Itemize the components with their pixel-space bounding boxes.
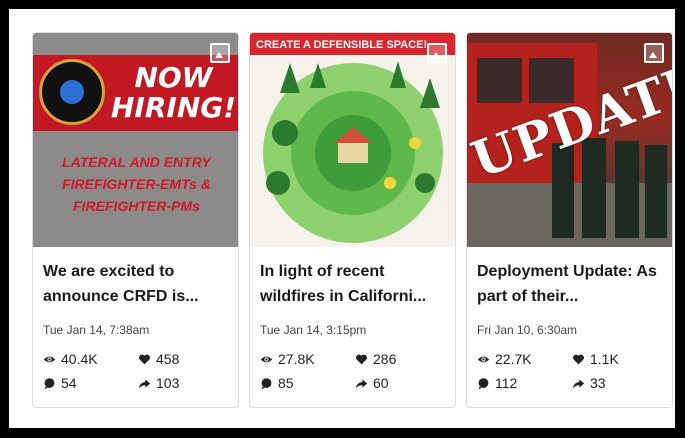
likes-count: 286 — [373, 351, 397, 367]
heart-icon — [139, 354, 150, 364]
post-date: Tue Jan 14, 3:15pm — [260, 323, 367, 337]
post-title[interactable]: In light of recent wildfires in Californ… — [260, 259, 445, 309]
post-thumbnail[interactable]: CREATE A DEFENSIBLE SPACE! — [250, 33, 455, 247]
fire-department-badge-logo — [39, 59, 105, 125]
share-arrow-icon — [355, 378, 368, 388]
eye-icon — [260, 356, 273, 362]
shares-stat: 60 — [355, 375, 445, 391]
likes-stat: 458 — [138, 351, 228, 367]
post-thumbnail[interactable]: UPDATE — [467, 33, 672, 247]
views-count: 27.8K — [278, 351, 315, 367]
likes-stat: 1.1K — [572, 351, 662, 367]
comment-icon — [478, 377, 489, 389]
gallery-icon — [427, 43, 447, 63]
views-count: 40.4K — [61, 351, 98, 367]
eye-icon — [477, 356, 490, 362]
defensible-space-headline: CREATE A DEFENSIBLE SPACE! — [256, 39, 427, 51]
hiring-subtext: LATERAL AND ENTRY FIREFIGHTER-EMTs & FIR… — [62, 154, 211, 214]
comment-icon — [44, 377, 55, 389]
shares-stat: 33 — [572, 375, 662, 391]
heart-icon — [356, 354, 367, 364]
comments-stat: 54 — [43, 375, 138, 391]
post-card-hiring[interactable]: NOW HIRING! LATERAL AND ENTRY FIREFIGHTE… — [32, 32, 239, 408]
post-date: Fri Jan 10, 6:30am — [477, 323, 578, 337]
share-arrow-icon — [572, 378, 585, 388]
eye-icon — [43, 356, 56, 362]
post-card-deployment[interactable]: UPDATE Deployment Update: As part of the… — [466, 32, 673, 408]
post-stats: 27.8K 286 85 60 — [260, 351, 445, 391]
comments-stat: 85 — [260, 375, 355, 391]
comments-count: 85 — [278, 375, 294, 391]
defensible-space-illustration: CREATE A DEFENSIBLE SPACE! — [250, 33, 455, 247]
post-title[interactable]: Deployment Update: As part of their... — [477, 259, 662, 309]
likes-stat: 286 — [355, 351, 445, 367]
likes-count: 1.1K — [590, 351, 619, 367]
shares-stat: 103 — [138, 375, 228, 391]
gallery-icon — [210, 43, 230, 63]
views-stat: 27.8K — [260, 351, 355, 367]
post-stats: 22.7K 1.1K 112 33 — [477, 351, 662, 391]
post-gallery-frame: NOW HIRING! LATERAL AND ENTRY FIREFIGHTE… — [8, 8, 676, 429]
likes-count: 458 — [156, 351, 180, 367]
shares-count: 103 — [156, 375, 180, 391]
share-arrow-icon — [138, 378, 151, 388]
heart-icon — [573, 354, 584, 364]
shares-count: 33 — [590, 375, 606, 391]
post-title[interactable]: We are excited to announce CRFD is... — [43, 259, 228, 309]
views-count: 22.7K — [495, 351, 532, 367]
comments-count: 112 — [495, 375, 518, 391]
shares-count: 60 — [373, 375, 389, 391]
post-thumbnail[interactable]: NOW HIRING! LATERAL AND ENTRY FIREFIGHTE… — [33, 33, 238, 247]
gallery-icon — [644, 43, 664, 63]
post-date: Tue Jan 14, 7:38am — [43, 323, 150, 337]
post-stats: 40.4K 458 54 103 — [43, 351, 228, 391]
post-cards: NOW HIRING! LATERAL AND ENTRY FIREFIGHTE… — [32, 32, 673, 408]
comments-count: 54 — [61, 375, 77, 391]
post-card-wildfires[interactable]: CREATE A DEFENSIBLE SPACE! In light of r… — [249, 32, 456, 408]
views-stat: 40.4K — [43, 351, 138, 367]
comment-icon — [261, 377, 272, 389]
comments-stat: 112 — [477, 375, 572, 391]
views-stat: 22.7K — [477, 351, 572, 367]
hiring-headline: NOW HIRING! — [111, 61, 237, 124]
